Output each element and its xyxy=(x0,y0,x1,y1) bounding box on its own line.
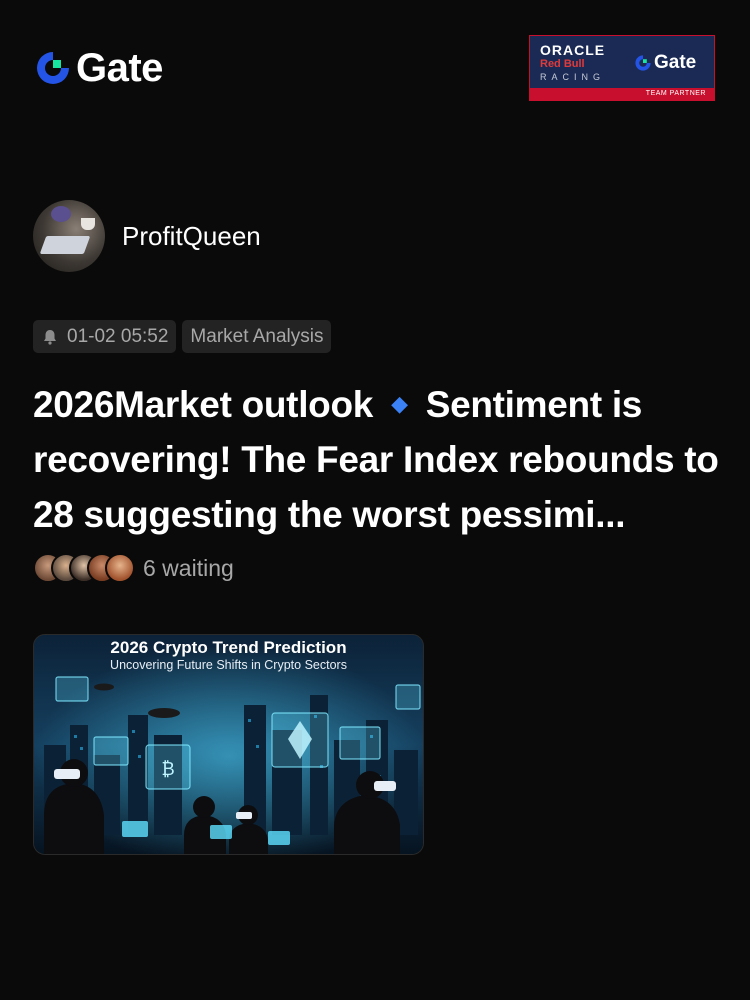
post-meta: 01-02 05:52 Market Analysis xyxy=(33,320,332,353)
partner-gate-logo: Gate xyxy=(634,52,696,74)
partner-gate-text: Gate xyxy=(654,52,697,73)
bell-icon xyxy=(44,329,56,345)
waiting-row[interactable]: 6 waiting xyxy=(33,553,234,583)
post-title[interactable]: 2026Market outlook ◆ Sentiment is recoveri… xyxy=(33,376,723,542)
author-row[interactable]: ProfitQueen xyxy=(33,200,261,272)
partner-redbull-text: Red Bull xyxy=(540,58,585,70)
avatar-plant xyxy=(51,206,71,222)
waiting-count: 6 waiting xyxy=(143,554,234,581)
gate-mini-icon xyxy=(635,55,651,71)
author-name[interactable]: ProfitQueen xyxy=(122,221,261,252)
svg-text:₿: ₿ xyxy=(161,759,174,780)
brand-name: Gate xyxy=(76,46,163,90)
image-title: 2026 Crypto Trend Prediction xyxy=(110,638,347,657)
post-image[interactable]: ₿ 2026 Crypto Trend Prediction Uncoverin… xyxy=(33,634,424,855)
gate-logo[interactable]: Gate xyxy=(34,46,163,90)
image-subtitle: Uncovering Future Shifts in Crypto Secto… xyxy=(110,658,347,672)
avatar[interactable] xyxy=(33,200,105,272)
gate-logo-icon xyxy=(37,52,69,84)
post-page: Gate ORACLE Red Bull RACING Gate TEAM PA… xyxy=(0,0,750,1000)
post-time: 01-02 05:52 xyxy=(67,325,169,347)
diamond-icon: ◆ xyxy=(391,391,408,416)
post-category: Market Analysis xyxy=(190,325,324,347)
header: Gate ORACLE Red Bull RACING Gate TEAM PA… xyxy=(34,35,724,101)
category-chip[interactable]: Market Analysis xyxy=(182,320,332,353)
waiting-avatars xyxy=(33,553,135,583)
title-part1: 2026Market outlook xyxy=(33,384,374,425)
partner-banner[interactable]: ORACLE Red Bull RACING Gate TEAM PARTNER xyxy=(529,35,715,101)
waiting-avatar xyxy=(105,553,135,583)
partner-racing-text: RACING xyxy=(540,72,606,82)
partner-team-label: TEAM PARTNER xyxy=(530,88,714,100)
avatar-cup xyxy=(81,218,95,230)
partner-oracle-text: ORACLE xyxy=(540,42,606,58)
time-chip: 01-02 05:52 xyxy=(33,320,177,353)
avatar-laptop xyxy=(39,236,91,254)
